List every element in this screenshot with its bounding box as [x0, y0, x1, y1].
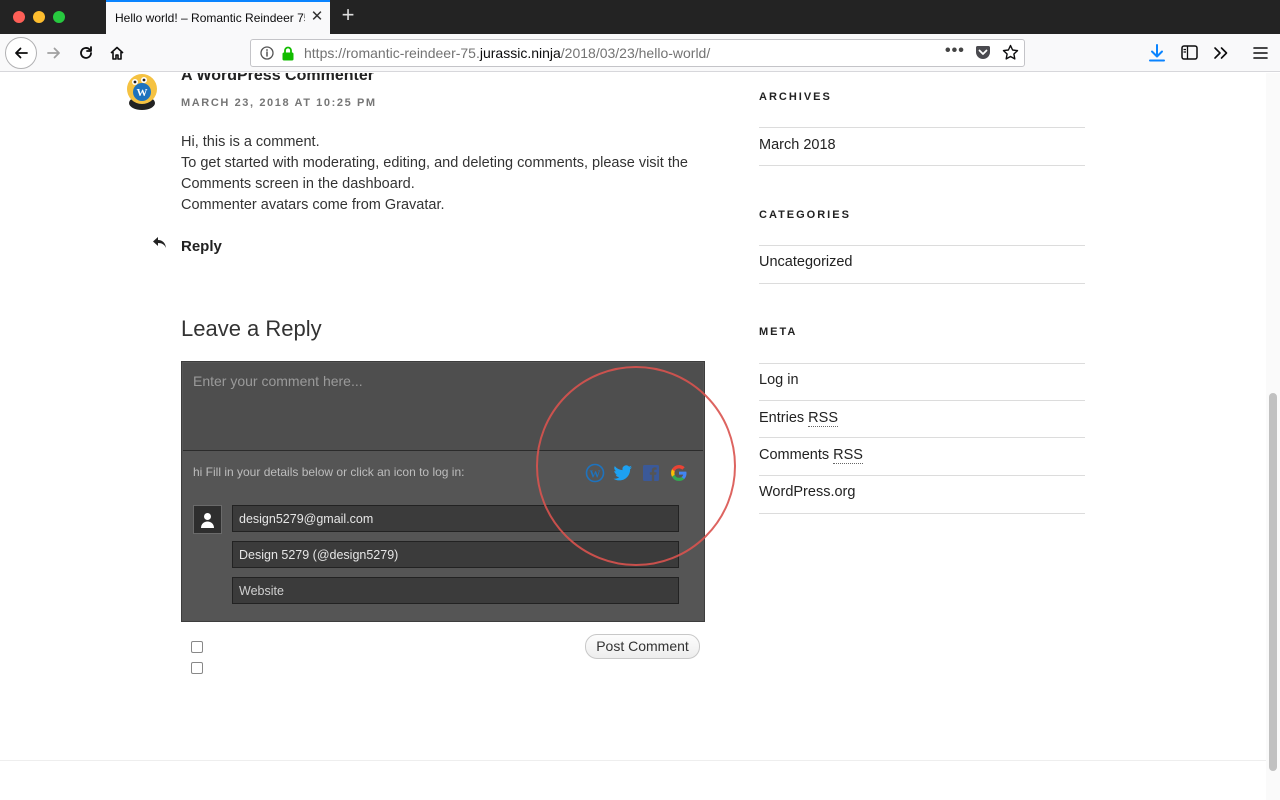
lock-icon[interactable] — [281, 46, 295, 61]
navigation-toolbar: https://romantic-reindeer-75.jurassic.ni… — [0, 34, 1280, 72]
person-icon — [201, 513, 214, 528]
reload-icon — [80, 46, 92, 59]
leave-reply-heading: Leave a Reply — [181, 316, 322, 341]
rss-abbr: RSS — [833, 447, 863, 464]
commenter-avatar: W — [127, 74, 157, 110]
comment-author[interactable]: A WordPress Commenter — [181, 73, 374, 85]
svg-text:W: W — [137, 87, 148, 99]
page-actions-icon[interactable]: ••• — [945, 42, 965, 60]
tab-title: Hello world! – Romantic Reindeer 75 — [115, 11, 305, 25]
url-bar[interactable]: https://romantic-reindeer-75.jurassic.ni… — [250, 39, 1025, 67]
archive-link[interactable]: March 2018 — [759, 137, 836, 153]
overflow-chevron-icon[interactable] — [1213, 46, 1229, 60]
window-titlebar: Hello world! – Romantic Reindeer 75 ✕ + — [0, 0, 1280, 34]
footer-divider — [0, 760, 1266, 761]
divider — [759, 475, 1085, 476]
comment-line: Hi, this is a comment. — [181, 134, 320, 150]
arrow-left-icon — [15, 47, 28, 59]
arrow-right-icon — [47, 47, 60, 59]
meta-link-wordpress-org[interactable]: WordPress.org — [759, 484, 855, 500]
home-icon — [110, 46, 124, 60]
highlight-circle — [536, 366, 736, 566]
pocket-icon[interactable] — [975, 45, 991, 60]
comment-body: Hi, this is a comment. To get started wi… — [181, 132, 711, 216]
close-window-button[interactable] — [13, 11, 25, 23]
login-hint: hi Fill in your details below or click a… — [193, 465, 465, 479]
url-domain: jurassic.ninja — [479, 45, 561, 61]
tab-close-icon[interactable]: ✕ — [310, 9, 324, 24]
page-content: W A WordPress Commenter MARCH 23, 2018 A… — [0, 73, 1266, 800]
divider — [759, 437, 1085, 438]
sidebar-toggle-icon[interactable] — [1181, 45, 1198, 60]
post-comment-button[interactable]: Post Comment — [585, 634, 700, 659]
bookmark-star-icon[interactable] — [1002, 44, 1019, 61]
scroll-thumb[interactable] — [1269, 393, 1277, 771]
back-button[interactable] — [5, 37, 37, 69]
archives-title: ARCHIVES — [759, 91, 832, 103]
comment-date[interactable]: MARCH 23, 2018 AT 10:25 PM — [181, 97, 377, 109]
website-field[interactable]: Website — [232, 577, 679, 604]
url-text[interactable]: https://romantic-reindeer-75.jurassic.ni… — [304, 45, 710, 61]
subscribe-posts-checkbox[interactable] — [191, 662, 203, 674]
link-text: Entries — [759, 410, 809, 426]
info-icon[interactable] — [260, 46, 274, 60]
categories-title: CATEGORIES — [759, 209, 851, 221]
divider — [759, 400, 1085, 401]
download-icon[interactable] — [1148, 43, 1166, 63]
page-scrollbar[interactable] — [1266, 73, 1280, 800]
comment-placeholder: Enter your comment here... — [193, 373, 363, 389]
divider — [759, 513, 1085, 514]
url-path: /2018/03/23/hello-world/ — [560, 45, 711, 61]
divider — [759, 127, 1085, 128]
comment-line: Commenter avatars come from Gravatar. — [181, 197, 445, 213]
user-avatar — [193, 505, 222, 534]
category-link[interactable]: Uncategorized — [759, 254, 853, 270]
divider — [759, 165, 1085, 166]
divider — [759, 363, 1085, 364]
divider — [759, 245, 1085, 246]
meta-link-comments-rss[interactable]: Comments RSS — [759, 447, 863, 464]
rss-abbr: RSS — [808, 410, 838, 427]
meta-link-entries-rss[interactable]: Entries RSS — [759, 410, 838, 427]
meta-title: META — [759, 326, 798, 338]
url-prefix: https://romantic-reindeer-75. — [304, 45, 480, 61]
meta-link-login[interactable]: Log in — [759, 372, 799, 388]
reply-link[interactable]: Reply — [181, 238, 222, 255]
home-button[interactable] — [103, 39, 131, 67]
zoom-window-button[interactable] — [53, 11, 65, 23]
comment-line: To get started with moderating, editing,… — [181, 155, 688, 192]
hamburger-menu-icon[interactable] — [1253, 46, 1268, 60]
forward-button[interactable] — [40, 39, 68, 67]
reply-arrow-icon — [153, 237, 166, 248]
new-tab-button[interactable]: + — [336, 4, 360, 28]
link-text: Comments — [759, 447, 834, 463]
divider — [759, 283, 1085, 284]
reload-button[interactable] — [72, 39, 100, 67]
minimize-window-button[interactable] — [33, 11, 45, 23]
tab-active[interactable]: Hello world! – Romantic Reindeer 75 ✕ — [106, 0, 330, 34]
subscribe-comments-checkbox[interactable] — [191, 641, 203, 653]
